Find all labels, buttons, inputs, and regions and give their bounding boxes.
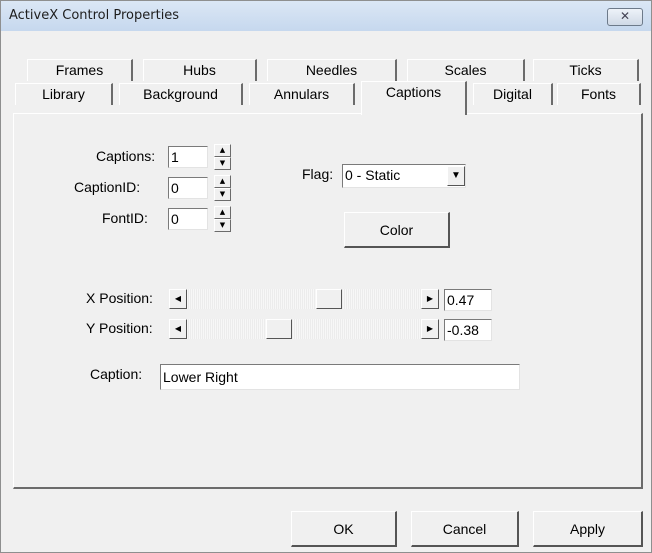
flag-dropdown[interactable]: 0 - Static ▼ xyxy=(342,164,466,188)
scroll-left-icon[interactable]: ◀ xyxy=(169,319,187,339)
captionid-spinner[interactable]: ▲ ▼ xyxy=(214,175,231,201)
tab-captions[interactable]: Captions xyxy=(361,81,467,115)
spin-down-icon[interactable]: ▼ xyxy=(214,219,231,232)
tab-digital[interactable]: Digital xyxy=(473,83,553,105)
y-position-value[interactable]: -0.38 xyxy=(444,319,492,341)
spin-up-icon[interactable]: ▲ xyxy=(214,206,231,219)
tab-background[interactable]: Background xyxy=(119,83,243,105)
spin-down-icon[interactable]: ▼ xyxy=(214,188,231,201)
tab-frames[interactable]: Frames xyxy=(27,59,133,81)
tab-scales[interactable]: Scales xyxy=(407,59,525,81)
flag-selected-value: 0 - Static xyxy=(345,167,401,183)
x-position-thumb[interactable] xyxy=(315,289,342,309)
spin-up-icon[interactable]: ▲ xyxy=(214,175,231,188)
spin-up-icon[interactable]: ▲ xyxy=(214,144,231,157)
captionid-field[interactable]: 0 xyxy=(168,177,208,199)
scroll-left-icon[interactable]: ◀ xyxy=(169,289,187,309)
fontid-label: FontID: xyxy=(102,210,148,226)
tab-library[interactable]: Library xyxy=(15,83,113,105)
scroll-right-icon[interactable]: ▶ xyxy=(421,289,439,309)
y-position-thumb[interactable] xyxy=(266,319,293,339)
tab-needles[interactable]: Needles xyxy=(267,59,397,81)
color-button[interactable]: Color xyxy=(344,212,450,248)
apply-button[interactable]: Apply xyxy=(533,511,643,547)
tab-fonts[interactable]: Fonts xyxy=(557,83,641,105)
dialog-client-area: Frames Hubs Needles Scales Ticks Library… xyxy=(1,31,651,552)
captions-label: Captions: xyxy=(96,148,156,164)
captions-panel: Captions: 1 ▲ ▼ CaptionID: 0 ▲ ▼ FontID:… xyxy=(13,113,643,489)
close-button[interactable]: ✕ xyxy=(607,8,643,26)
chevron-down-icon[interactable]: ▼ xyxy=(447,166,465,186)
fontid-spinner[interactable]: ▲ ▼ xyxy=(214,206,231,232)
flag-label: Flag: xyxy=(302,166,334,182)
tab-annulars[interactable]: Annulars xyxy=(249,83,355,105)
close-icon[interactable]: ✕ xyxy=(620,9,630,23)
cancel-button[interactable]: Cancel xyxy=(411,511,519,547)
caption-label: Caption: xyxy=(90,366,143,382)
window-title: ActiveX Control Properties xyxy=(9,8,180,23)
tab-ticks[interactable]: Ticks xyxy=(533,59,639,81)
title-bar[interactable]: ActiveX Control Properties ✕ xyxy=(1,1,651,31)
captionid-label: CaptionID: xyxy=(74,179,141,195)
ok-button[interactable]: OK xyxy=(291,511,397,547)
tab-hubs[interactable]: Hubs xyxy=(143,59,257,81)
y-position-scrollbar[interactable]: ◀ ▶ xyxy=(169,319,439,339)
x-position-scrollbar[interactable]: ◀ ▶ xyxy=(169,289,439,309)
scroll-right-icon[interactable]: ▶ xyxy=(421,319,439,339)
y-position-label: Y Position: xyxy=(86,320,153,336)
captions-field[interactable]: 1 xyxy=(168,146,208,168)
properties-dialog: ActiveX Control Properties ✕ Frames Hubs… xyxy=(0,0,652,553)
fontid-field[interactable]: 0 xyxy=(168,208,208,230)
caption-text-field[interactable]: Lower Right xyxy=(160,364,520,390)
spin-down-icon[interactable]: ▼ xyxy=(214,157,231,170)
captions-spinner[interactable]: ▲ ▼ xyxy=(214,144,231,170)
x-position-value[interactable]: 0.47 xyxy=(444,289,492,311)
x-position-label: X Position: xyxy=(86,290,153,306)
